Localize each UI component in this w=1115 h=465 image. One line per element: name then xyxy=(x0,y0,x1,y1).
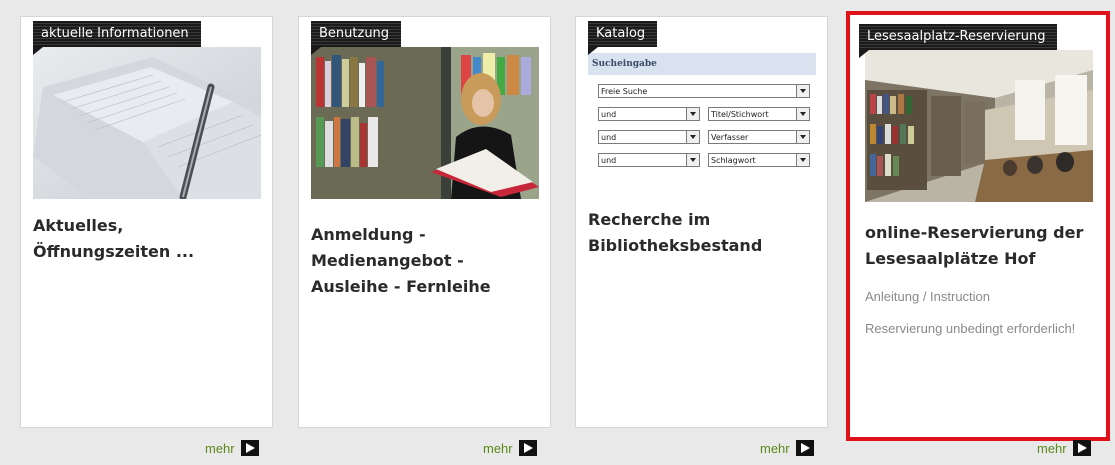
chevron-down-icon xyxy=(796,108,809,120)
notebook-photo xyxy=(33,47,261,199)
card-title[interactable]: Recherche im Bibliotheksbestand xyxy=(588,207,816,259)
field-select[interactable]: Schlagwort xyxy=(708,153,810,167)
chevron-down-icon xyxy=(796,131,809,143)
card-tag: Lesesaalplatz-Reservierung xyxy=(859,24,1058,58)
operator-select[interactable]: und xyxy=(598,153,700,167)
chevron-down-icon xyxy=(686,108,699,120)
more-link[interactable]: mehr xyxy=(205,438,259,458)
select-value: Verfasser xyxy=(711,133,749,142)
card-tag: Katalog xyxy=(588,21,658,55)
arrow-right-icon[interactable] xyxy=(518,440,537,456)
field-select[interactable]: Titel/Stichwort xyxy=(708,107,810,121)
arrow-right-icon[interactable] xyxy=(240,440,259,456)
reading-room-photo xyxy=(865,50,1093,202)
more-label[interactable]: mehr xyxy=(483,441,513,456)
more-label[interactable]: mehr xyxy=(205,441,235,456)
card-title[interactable]: Aktuelles, Öffnungszeiten ... xyxy=(33,213,261,265)
search-field-select[interactable]: Freie Suche xyxy=(598,84,810,98)
instruction-link[interactable]: Anleitung / Instruction xyxy=(865,286,1085,308)
more-link[interactable]: mehr xyxy=(483,438,537,458)
more-link[interactable]: mehr xyxy=(760,438,814,458)
teaser-grid: aktuelle Informationen Aktuelles, Öffnun… xyxy=(0,0,1115,465)
select-value: Schlagwort xyxy=(711,156,756,165)
card-title[interactable]: Anmeldung - Medienangebot - Ausleihe - F… xyxy=(311,222,539,300)
arrow-right-icon[interactable] xyxy=(795,440,814,456)
chevron-down-icon xyxy=(686,154,699,166)
operator-select[interactable]: und xyxy=(598,130,700,144)
card-aktuelle-informationen[interactable]: aktuelle Informationen Aktuelles, Öffnun… xyxy=(20,16,273,428)
chevron-down-icon xyxy=(796,85,809,97)
reservation-note: Reservierung unbedingt erforderlich! xyxy=(865,321,1076,336)
card-tag: aktuelle Informationen xyxy=(33,21,201,55)
select-value: Titel/Stichwort xyxy=(711,110,769,119)
field-select[interactable]: Verfasser xyxy=(708,130,810,144)
card-benutzung[interactable]: Benutzung Anmeldung - Medienangebot - Au… xyxy=(298,16,551,428)
card-tag: Benutzung xyxy=(311,21,402,55)
catalog-search-preview: Sucheingabe Freie Suche und Titel/Stichw… xyxy=(588,53,816,167)
more-label[interactable]: mehr xyxy=(1037,441,1067,456)
card-katalog[interactable]: Katalog Sucheingabe Freie Suche und Tite… xyxy=(575,16,828,428)
select-value: und xyxy=(601,156,617,165)
chevron-down-icon xyxy=(686,131,699,143)
select-value: und xyxy=(601,110,617,119)
card-lesesaalplatz-reservierung[interactable]: Lesesaalplatz-Reservierung online-Reserv… xyxy=(846,11,1110,441)
card-title[interactable]: online-Reservierung der Lesesaalplätze H… xyxy=(865,220,1093,272)
chevron-down-icon xyxy=(796,154,809,166)
more-link[interactable]: mehr xyxy=(1037,438,1091,458)
operator-select[interactable]: und xyxy=(598,107,700,121)
arrow-right-icon[interactable] xyxy=(1072,440,1091,456)
search-form-heading: Sucheingabe xyxy=(588,53,816,75)
student-reading-photo xyxy=(311,47,539,199)
select-value: und xyxy=(601,133,617,142)
more-label[interactable]: mehr xyxy=(760,441,790,456)
select-value: Freie Suche xyxy=(601,87,648,96)
